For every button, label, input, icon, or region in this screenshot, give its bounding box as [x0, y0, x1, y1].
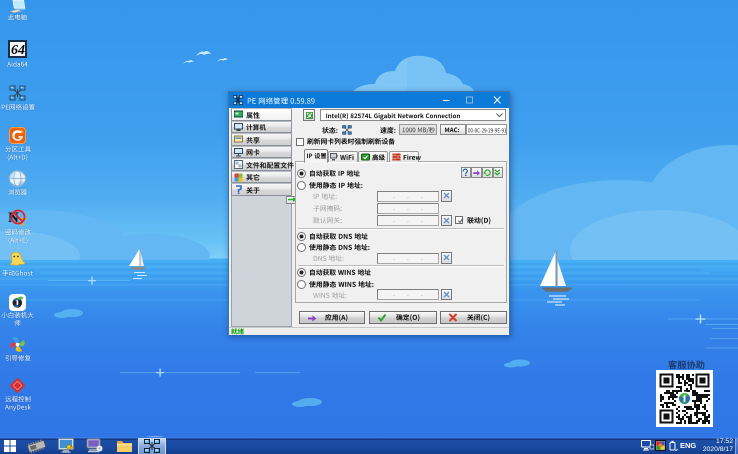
- svg-text:64: 64: [11, 43, 25, 58]
